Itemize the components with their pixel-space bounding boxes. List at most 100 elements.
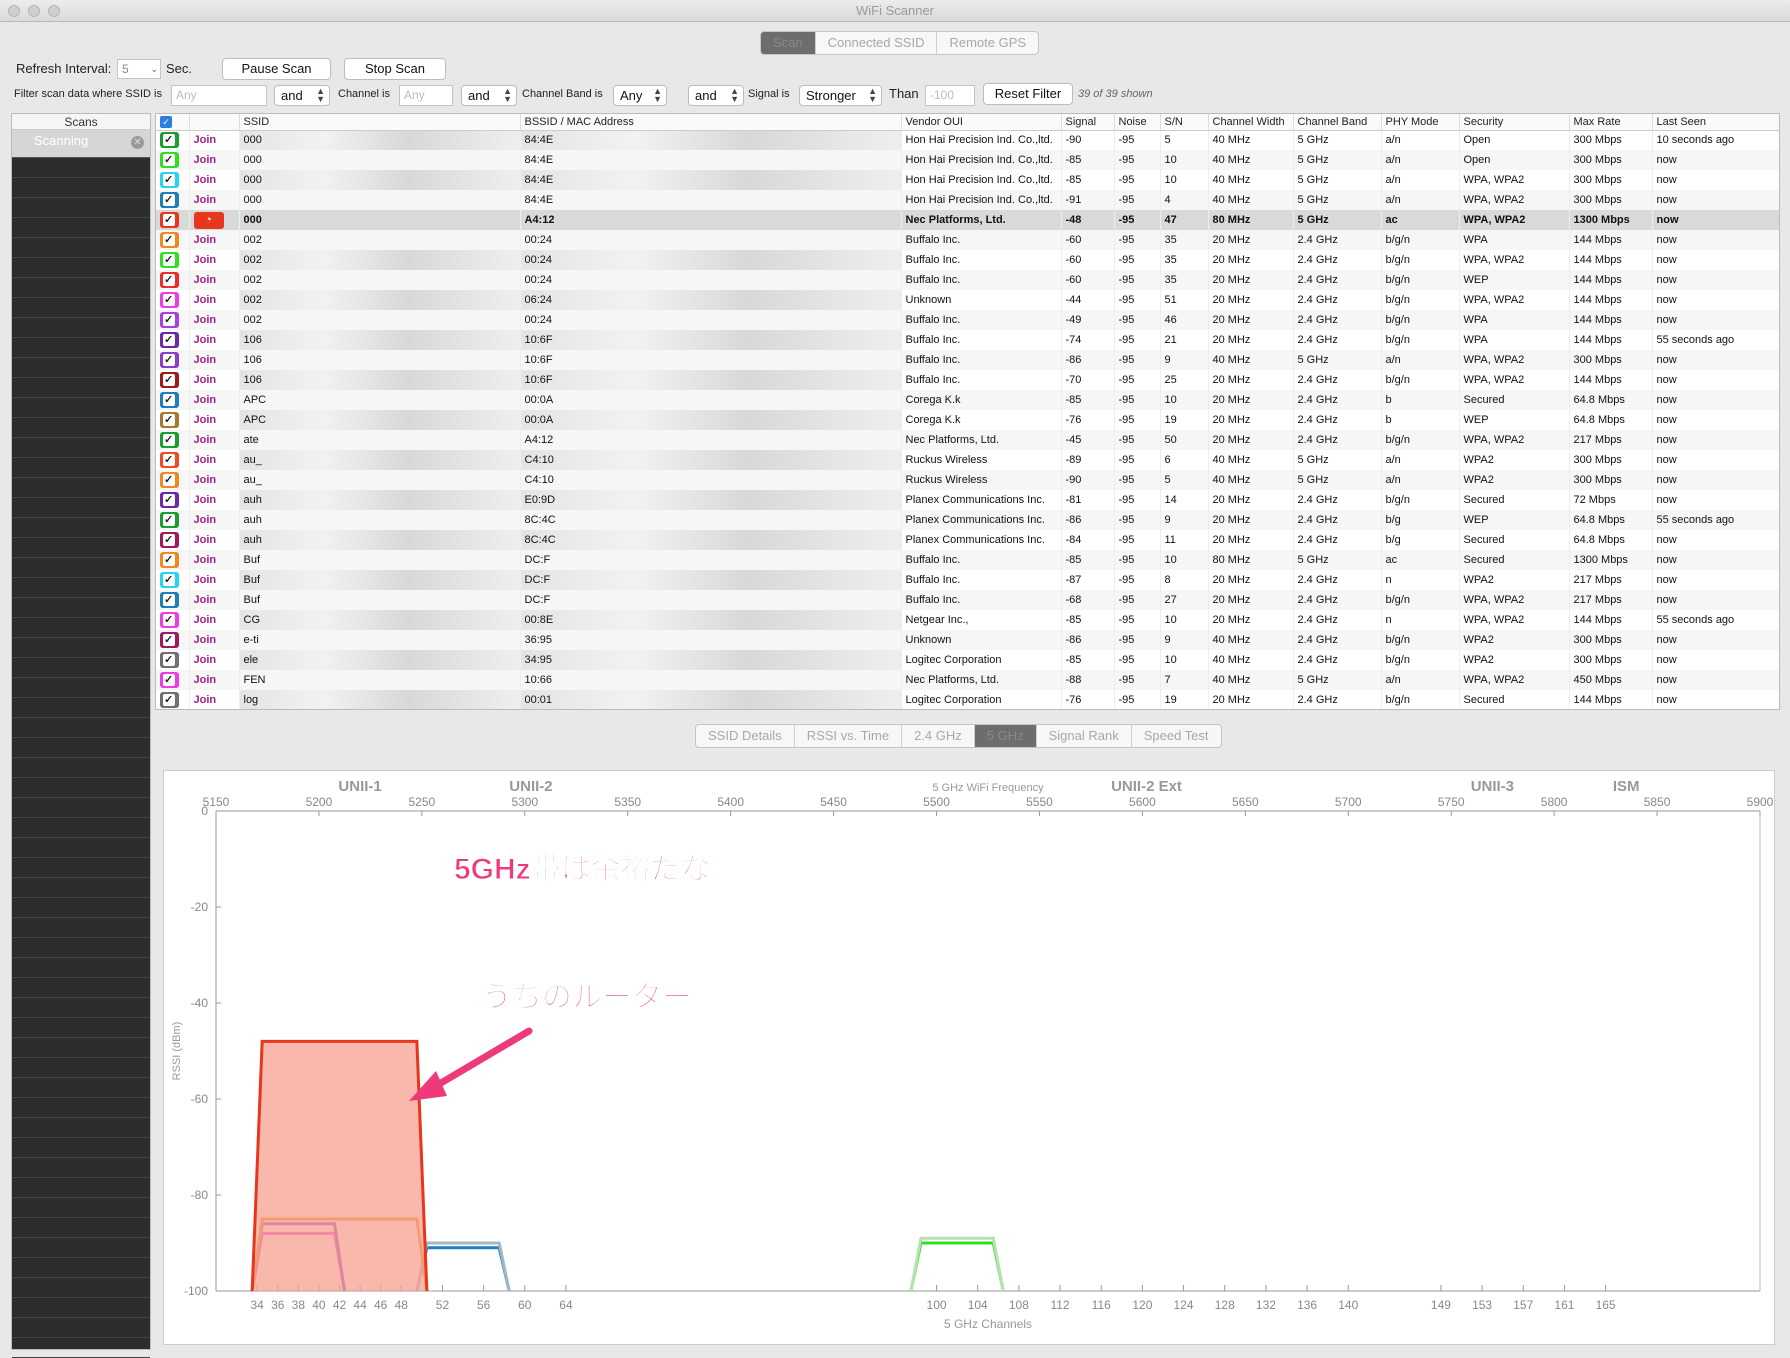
checkbox-icon[interactable]: ✓ [160,115,172,128]
row-checkbox-cell[interactable]: ✓ [156,170,190,190]
refresh-interval-combo[interactable]: 5 ⌄ [117,59,161,79]
row-checkbox[interactable]: ✓ [160,132,179,149]
col-header-channel-band[interactable]: Channel Band [1293,114,1382,131]
join-cell[interactable]: Join [189,310,240,330]
col-header-security[interactable]: Security [1459,114,1570,131]
row-checkbox[interactable]: ✓ [160,512,179,528]
join-link[interactable]: Join [194,694,217,706]
row-checkbox[interactable]: ✓ [160,552,179,568]
table-row[interactable]: ✓ Join FEN 10:66 Nec Platforms, Ltd. -88 -95 7 4… [156,670,1779,690]
minimize-window-icon[interactable] [28,5,40,17]
row-checkbox[interactable]: ✓ [160,312,179,328]
col-header-channel-width[interactable]: Channel Width [1208,114,1294,131]
row-checkbox-cell[interactable]: ✓ [156,370,190,390]
table-row[interactable]: ✓ Join auh 8C:4C Planex Communications Inc. -… [156,510,1779,530]
join-cell[interactable]: Join [189,690,240,709]
tab-2-4-ghz[interactable]: 2.4 GHz [902,725,975,747]
table-row[interactable]: ✓ Join 002 00:24 Buffalo Inc. -60 -95 35 20 MHz 2… [156,230,1779,250]
table-row[interactable]: ✓ Join ele 34:95 Logitec Corporation -85 -95 10… [156,650,1779,670]
signal-area[interactable] [415,1246,511,1292]
col-header-phy-mode[interactable]: PHY Mode [1381,114,1460,131]
join-link[interactable]: Join [194,614,217,626]
row-checkbox[interactable]: ✓ [160,532,179,548]
table-row[interactable]: ✓ Join 000 84:4E Hon Hai Precision Ind. Co.,… [156,130,1779,150]
join-cell[interactable]: Join [189,170,240,190]
table-row[interactable]: ✓ Join 106 10:6F Buffalo Inc. -74 -95 21 20 MHz 2… [156,330,1779,350]
row-checkbox-cell[interactable]: ✓ [156,210,190,230]
join-cell[interactable]: Join [189,190,240,210]
table-row[interactable]: ✓ Join 002 00:24 Buffalo Inc. -49 -95 46 20 MHz 2… [156,310,1779,330]
join-cell[interactable]: Join [189,590,240,610]
row-checkbox-cell[interactable]: ✓ [156,190,190,210]
row-checkbox[interactable]: ✓ [160,332,179,348]
close-icon[interactable]: ✕ [131,136,144,149]
signal-area[interactable] [250,1039,429,1292]
row-checkbox[interactable]: ✓ [160,632,179,648]
table-row[interactable]: ✓ Join 002 00:24 Buffalo Inc. -60 -95 35 20 MHz 2… [156,270,1779,290]
row-checkbox-cell[interactable]: ✓ [156,430,190,450]
tab-speed-test[interactable]: Speed Test [1132,725,1221,747]
table-row[interactable]: ✓ Join auh E0:9D Planex Communications Inc. -… [156,490,1779,510]
row-checkbox-cell[interactable]: ✓ [156,550,190,570]
row-checkbox[interactable]: ✓ [160,472,179,488]
row-checkbox[interactable]: ✓ [160,672,179,688]
row-checkbox[interactable]: ✓ [160,232,179,248]
join-link[interactable]: Join [194,274,217,286]
signal-threshold-input[interactable]: -100 [925,85,975,106]
join-link[interactable]: Join [194,334,217,346]
channel-band-select[interactable]: Any ▲ ▼ [613,85,667,106]
row-checkbox-cell[interactable]: ✓ [156,150,190,170]
join-link[interactable]: Join [194,474,217,486]
row-checkbox-cell[interactable]: ✓ [156,330,190,350]
row-checkbox[interactable]: ✓ [160,212,179,228]
row-checkbox-cell[interactable]: ✓ [156,450,190,470]
row-checkbox-cell[interactable]: ✓ [156,650,190,670]
join-cell[interactable]: Join [189,330,240,350]
and-select-3[interactable]: and ▲ ▼ [688,85,744,106]
join-cell[interactable]: Join [189,650,240,670]
join-link[interactable]: Join [194,654,217,666]
join-cell[interactable]: Join [189,530,240,550]
join-link[interactable]: Join [194,434,217,446]
join-link[interactable]: Join [194,634,217,646]
col-header-sn[interactable]: S/N [1160,114,1209,131]
row-checkbox-cell[interactable]: ✓ [156,290,190,310]
row-checkbox[interactable]: ✓ [160,432,179,448]
row-checkbox-cell[interactable]: ✓ [156,570,190,590]
join-cell[interactable]: Join [189,250,240,270]
row-checkbox[interactable]: ✓ [160,572,179,588]
table-row[interactable]: ✓ Join au_ C4:10 Ruckus Wireless -89 -95 6 40 MH… [156,450,1779,470]
join-cell[interactable]: ◔ [189,210,240,230]
tab-ssid-details[interactable]: SSID Details [696,725,795,747]
row-checkbox-cell[interactable]: ✓ [156,230,190,250]
row-checkbox-cell[interactable]: ✓ [156,490,190,510]
join-cell[interactable]: Join [189,290,240,310]
join-link[interactable]: Join [194,194,217,206]
col-header-last-seen[interactable]: Last Seen [1652,114,1779,131]
table-row[interactable]: ✓ Join 000 84:4E Hon Hai Precision Ind. Co.,… [156,150,1779,170]
row-checkbox-cell[interactable]: ✓ [156,390,190,410]
row-checkbox-cell[interactable]: ✓ [156,510,190,530]
col-header-bssid[interactable]: BSSID / MAC Address [520,114,902,131]
signal-area[interactable] [909,1241,1005,1292]
row-checkbox[interactable]: ✓ [160,272,179,288]
tab-signal-rank[interactable]: Signal Rank [1037,725,1132,747]
col-header-vendor[interactable]: Vendor OUI [901,114,1062,131]
row-checkbox-cell[interactable]: ✓ [156,630,190,650]
table-row[interactable]: ✓ Join 002 06:24 Unknown -44 -95 51 20 MHz 2.4 GH… [156,290,1779,310]
join-cell[interactable]: Join [189,550,240,570]
table-row[interactable]: ✓ Join Buf DC:F Buffalo Inc. -85 -95 10 80 MHz 5 … [156,550,1779,570]
row-checkbox[interactable]: ✓ [160,172,179,188]
join-link[interactable]: Join [194,534,217,546]
row-checkbox-cell[interactable]: ✓ [156,590,190,610]
signal-compare-select[interactable]: Stronger ▲ ▼ [799,85,882,106]
row-checkbox-cell[interactable]: ✓ [156,610,190,630]
join-link[interactable]: Join [194,574,217,586]
scan-item-scanning[interactable]: Scanning ✕ [12,130,150,158]
and-select-2[interactable]: and ▲ ▼ [461,85,517,106]
tab-scan[interactable]: Scan [761,32,816,54]
join-cell[interactable]: Join [189,370,240,390]
table-row[interactable]: ✓ Join 002 00:24 Buffalo Inc. -60 -95 35 20 MHz 2… [156,250,1779,270]
join-link[interactable]: Join [194,314,217,326]
table-row[interactable]: ✓ Join ate A4:12 Nec Platforms, Ltd. -45 -95 50… [156,430,1779,450]
